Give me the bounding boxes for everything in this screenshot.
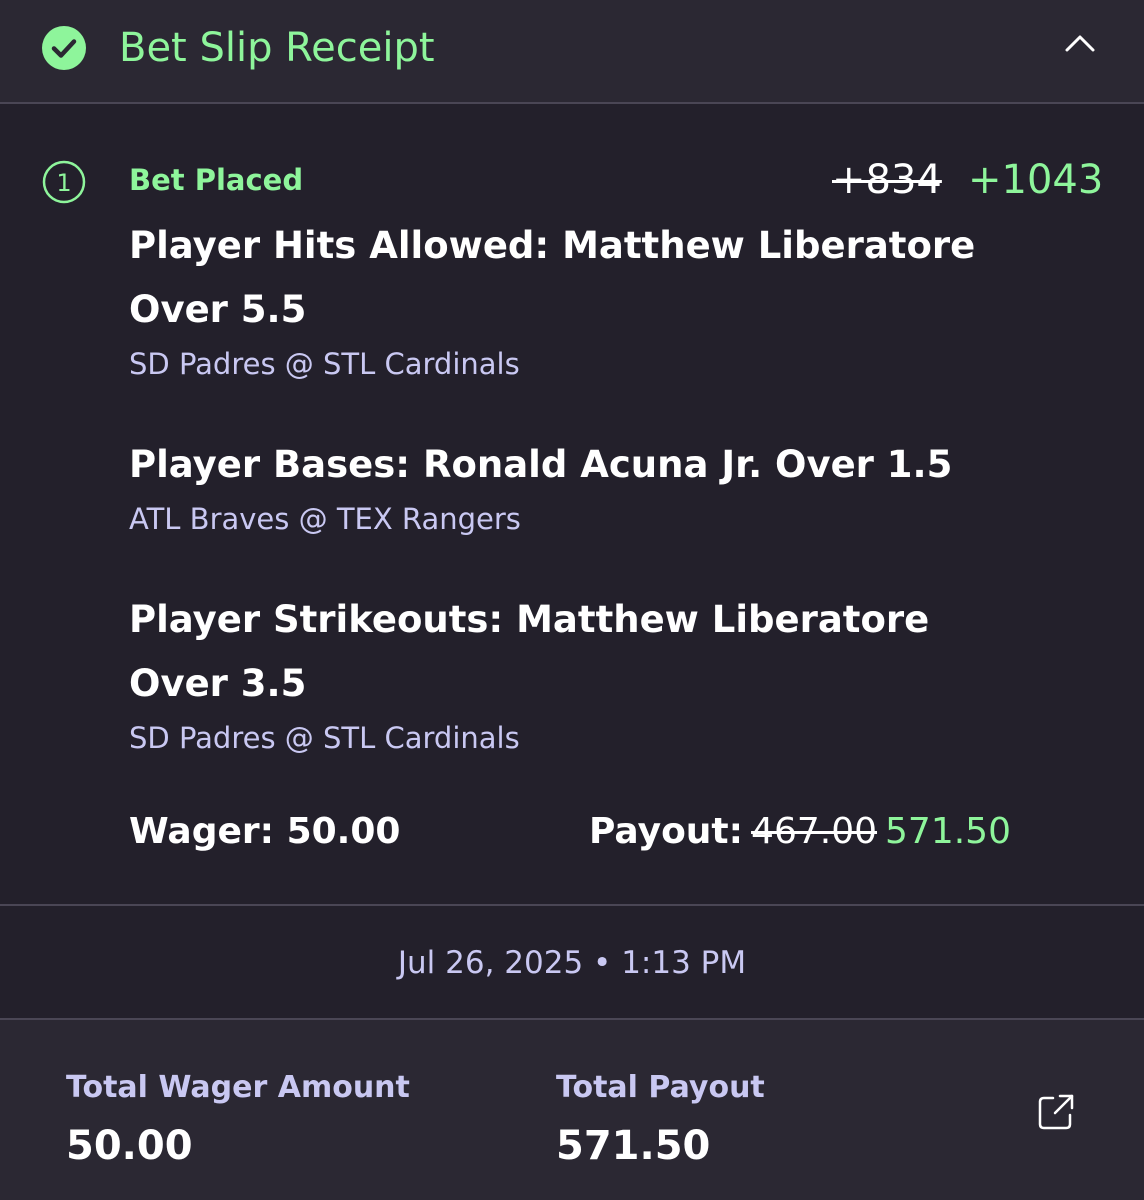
- boosted-odds: +1043: [968, 157, 1104, 203]
- original-payout: 467.00: [751, 811, 878, 852]
- total-wager-value: 50.00: [66, 1123, 193, 1169]
- original-odds: +834: [832, 157, 942, 203]
- receipt-title: Bet Slip Receipt: [119, 25, 435, 71]
- bet-slip-receipt: Bet Slip Receipt 1 Bet Placed +834 +1043…: [0, 0, 1144, 1200]
- check-circle-icon: [42, 26, 86, 70]
- timestamp-row: Jul 26, 2025 • 1:13 PM: [0, 906, 1144, 1020]
- payout-label: Payout:: [589, 811, 744, 852]
- share-icon[interactable]: [1036, 1092, 1076, 1132]
- leg-matchup: SD Padres @ STL Cardinals: [129, 347, 520, 381]
- payout-row: Payout: 467.00 571.50: [589, 810, 1011, 854]
- leg-title: Player Strikeouts: Matthew Liberatore Ov…: [129, 598, 930, 705]
- bet-number-badge: 1: [42, 160, 86, 204]
- leg-matchup: SD Padres @ STL Cardinals: [129, 721, 520, 755]
- leg-title: Player Bases: Ronald Acuna Jr. Over 1.5: [129, 443, 953, 486]
- bet-status: Bet Placed: [129, 163, 304, 197]
- bet-timestamp: Jul 26, 2025 • 1:13 PM: [397, 945, 747, 981]
- bet-number-text: 1: [56, 169, 71, 197]
- bet-details: 1 Bet Placed +834 +1043 Player Hits Allo…: [0, 104, 1144, 906]
- total-payout-label: Total Payout: [556, 1070, 765, 1105]
- boosted-payout: 571.50: [885, 811, 1011, 852]
- receipt-header[interactable]: Bet Slip Receipt: [0, 0, 1144, 104]
- wager-amount: Wager: 50.00: [129, 811, 401, 852]
- total-payout-value: 571.50: [556, 1123, 711, 1169]
- totals-footer: Total Wager Amount 50.00 Total Payout 57…: [0, 1020, 1144, 1200]
- chevron-up-icon[interactable]: [1062, 30, 1098, 58]
- total-wager-label: Total Wager Amount: [66, 1070, 410, 1105]
- leg-title: Player Hits Allowed: Matthew Liberatore …: [129, 224, 976, 331]
- leg-matchup: ATL Braves @ TEX Rangers: [129, 502, 521, 536]
